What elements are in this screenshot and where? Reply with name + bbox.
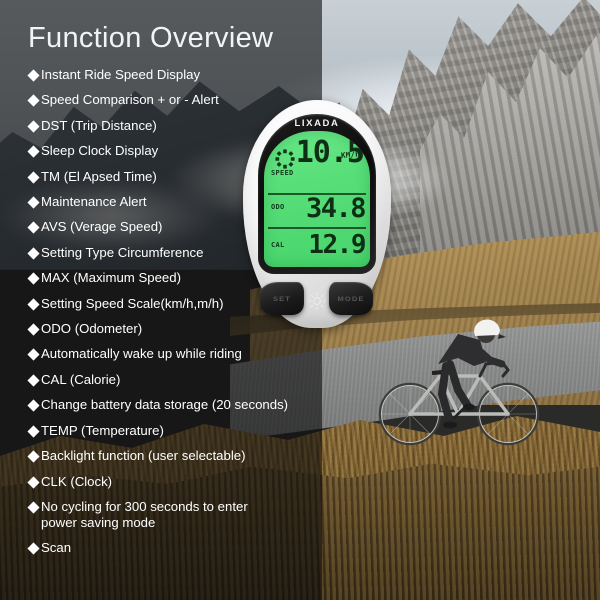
diamond-bullet-icon (27, 323, 40, 336)
diamond-bullet-icon (27, 145, 40, 158)
feature-label: Automatically wake up while riding (41, 346, 242, 362)
device-bezel: LIXADA SPEED 10.5 KM/hr ODO 34.8 CAL 12.… (258, 114, 376, 274)
diamond-bullet-icon (27, 542, 40, 555)
list-item: TEMP (Temperature) (27, 422, 320, 438)
page-title: Function Overview (28, 22, 274, 54)
diamond-bullet-icon (27, 247, 40, 260)
set-button[interactable]: SET (260, 282, 304, 315)
diamond-bullet-icon (27, 399, 40, 412)
bike-computer-device: LIXADA SPEED 10.5 KM/hr ODO 34.8 CAL 12.… (243, 100, 391, 328)
feature-label: ODO (Odometer) (41, 321, 143, 337)
diamond-bullet-icon (27, 196, 40, 209)
list-item: Change battery data storage (20 seconds) (27, 397, 320, 413)
list-item: Backlight function (user selectable) (27, 448, 320, 464)
feature-label: Sleep Clock Display (41, 143, 159, 159)
backlight-bulb-icon (308, 292, 326, 310)
lcd-divider (268, 227, 366, 229)
speed-label: SPEED (271, 169, 294, 177)
list-item: CAL (Calorie) (27, 371, 320, 387)
feature-label: Scan (41, 539, 72, 555)
feature-label: Backlight function (user selectable) (41, 448, 246, 464)
list-item: Instant Ride Speed Display (27, 67, 320, 82)
list-item: CLK (Clock) (27, 473, 320, 489)
diamond-bullet-icon (27, 425, 40, 438)
mode-button[interactable]: MODE (329, 282, 373, 315)
list-item: Automatically wake up while riding (27, 346, 320, 362)
diamond-bullet-icon (27, 374, 40, 387)
feature-label: Speed Comparison + or - Alert (41, 92, 219, 108)
feature-label: Setting Speed Scale(km/h,m/h) (41, 295, 224, 311)
diamond-bullet-icon (27, 221, 40, 235)
odo-value: 34.8 (305, 193, 367, 224)
mode-button-label: MODE (337, 294, 365, 303)
brand-logo: LIXADA (294, 118, 340, 129)
feature-label: TEMP (Temperature) (41, 422, 164, 438)
diamond-bullet-icon (27, 171, 40, 184)
set-button-label: SET (273, 294, 291, 303)
cal-label: CAL (271, 241, 285, 249)
diamond-bullet-icon (27, 272, 40, 285)
diamond-bullet-icon (27, 69, 40, 82)
list-item: Scan (27, 539, 320, 555)
feature-label: Change battery data storage (20 seconds) (41, 397, 289, 413)
lcd-screen: SPEED 10.5 KM/hr ODO 34.8 CAL 12.9 (264, 131, 370, 267)
diamond-bullet-icon (27, 475, 40, 489)
cyclist-figure (362, 318, 562, 458)
feature-label: MAX (Maximum Speed) (41, 270, 181, 286)
diamond-bullet-icon (27, 120, 40, 133)
diamond-bullet-icon (27, 501, 40, 514)
diamond-bullet-icon (27, 450, 40, 463)
feature-label: TM (El Apsed Time) (41, 168, 157, 184)
feature-label: CAL (Calorie) (41, 371, 121, 387)
feature-label: AVS (Verage Speed) (41, 219, 163, 235)
feature-label: DST (Trip Distance) (41, 117, 157, 133)
diamond-bullet-icon (27, 94, 40, 107)
feature-label: Instant Ride Speed Display (41, 67, 201, 82)
feature-label: Maintenance Alert (41, 194, 147, 210)
feature-label: CLK (Clock) (41, 473, 113, 489)
odo-label: ODO (271, 203, 285, 211)
feature-label: No cycling for 300 seconds to enter powe… (41, 498, 248, 530)
diamond-bullet-icon (27, 298, 40, 311)
feature-label: Setting Type Circumference (41, 244, 204, 260)
cal-value: 12.9 (308, 230, 366, 260)
diamond-bullet-icon (27, 348, 40, 362)
list-item: No cycling for 300 seconds to enter powe… (27, 498, 320, 531)
